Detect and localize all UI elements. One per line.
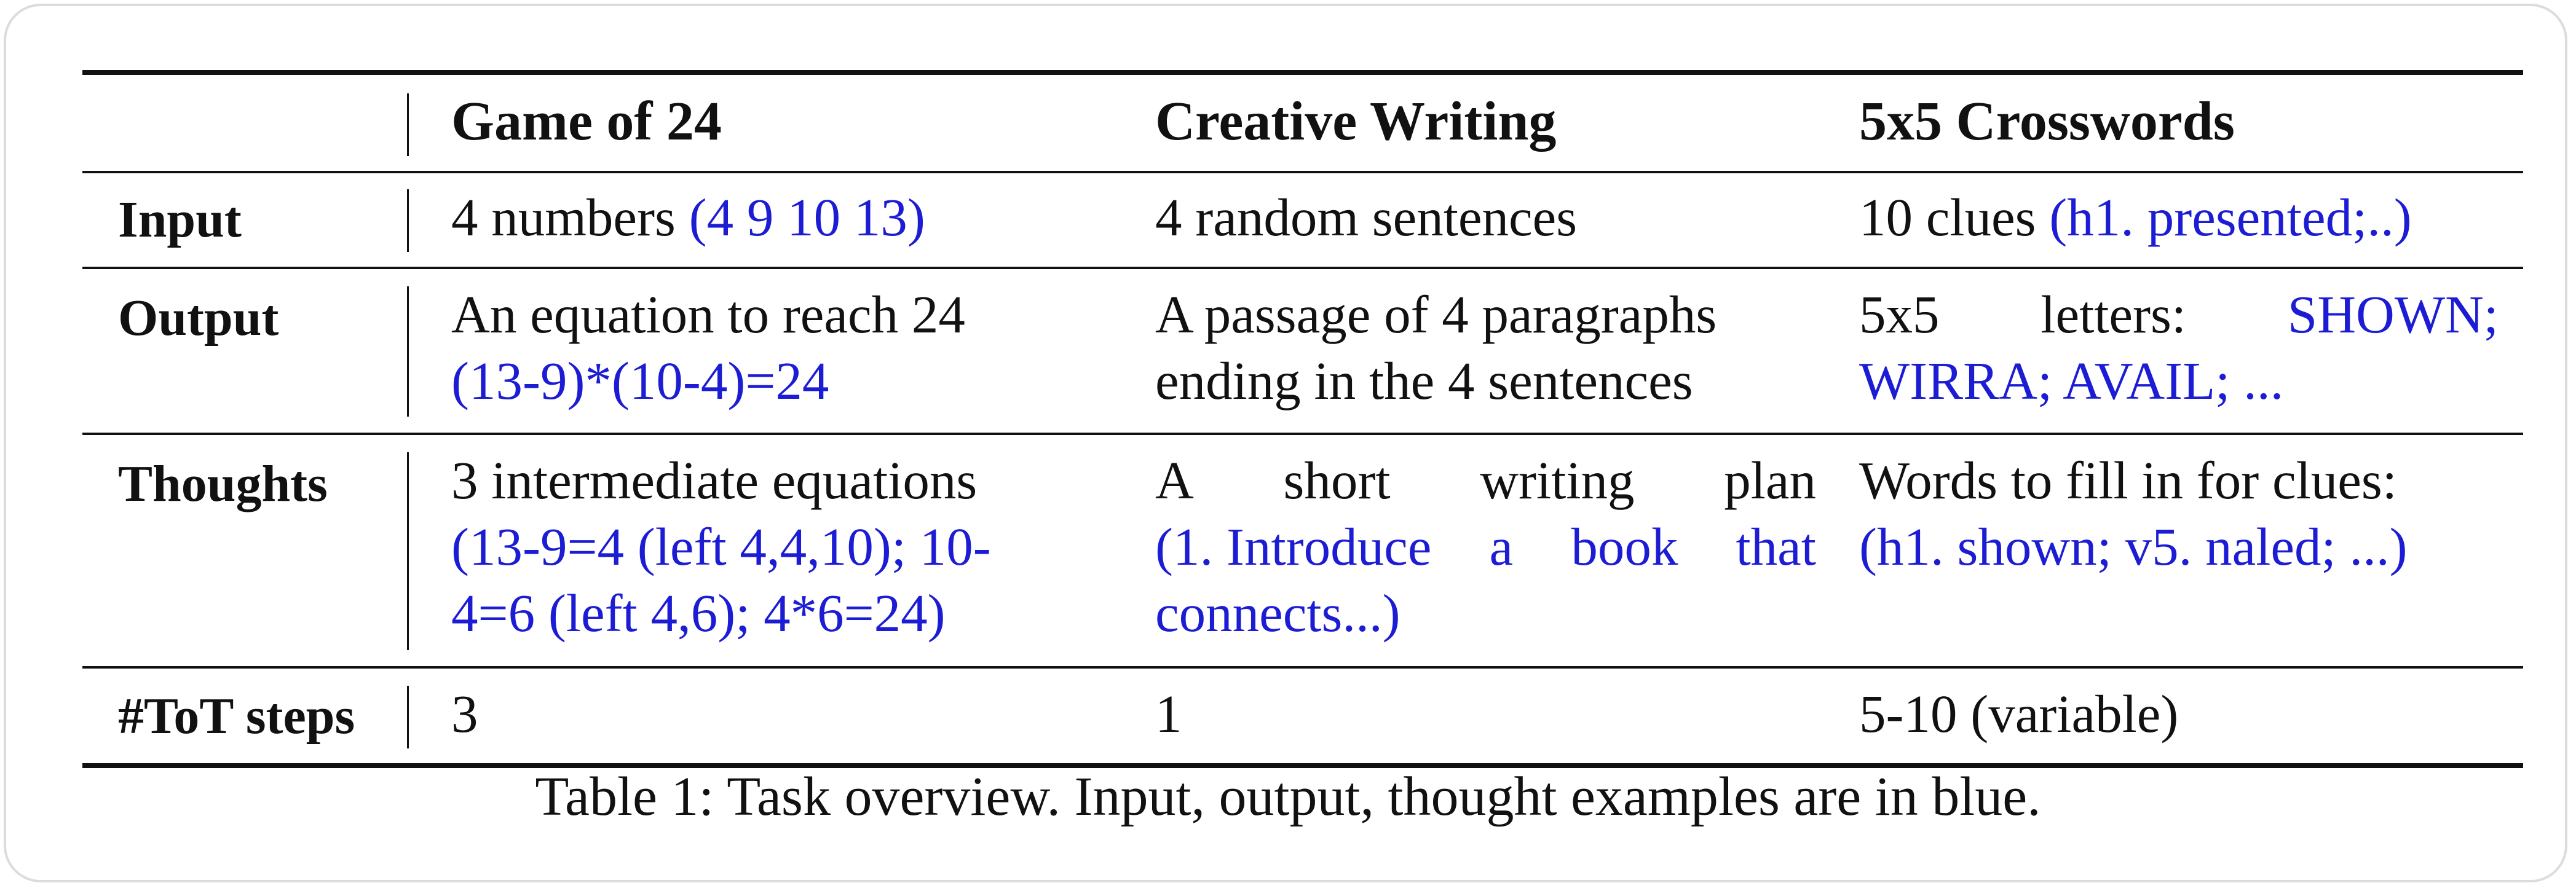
header-crosswords: 5x5 Crosswords (1859, 91, 2235, 152)
output-game-line1-text: An equation to reach 24 (451, 281, 1128, 348)
output-cross-word-b: letters: (2041, 285, 2187, 344)
table-caption: Table 1: Task overview. Input, output, t… (535, 766, 2041, 827)
thoughts-writing-example-line1: (1. Introduce a book that (1155, 514, 1816, 580)
header-separator (407, 93, 409, 156)
output-cross-line1: 5x5 letters: SHOWN; (1859, 281, 2499, 348)
thoughts-writing-example-word: (1. Introduce (1155, 517, 1432, 576)
thoughts-writing-example-word: a (1489, 517, 1514, 576)
input-cross-plain: 10 clues (1859, 187, 2050, 247)
row-label-input: Input (118, 191, 242, 248)
thoughts-game-example-line2: 4=6 (left 4,6); 4*6=24) (451, 583, 946, 643)
input-game-of-24: 4 numbers (4 9 10 13) (451, 184, 1128, 251)
header-creative-writing: Creative Writing (1155, 91, 1557, 152)
thoughts-cross-example: (h1. shown; v5. naled; ...) (1859, 517, 2408, 576)
thoughts-rule (82, 666, 2523, 669)
thoughts-game-example-line1: (13-9=4 (left 4,4,10); 10- (451, 517, 991, 576)
row-label-thoughts: Thoughts (118, 455, 328, 512)
header-game-of-24: Game of 24 (451, 91, 722, 152)
thoughts-writing-example-line2: connects...) (1155, 583, 1401, 643)
thoughts-cross-line1: Words to fill in for clues: (1859, 450, 2397, 510)
output-separator (407, 286, 409, 417)
thoughts-writing-word: plan (1724, 450, 1816, 510)
output-game-line1: An equation to reach 24 (451, 281, 1128, 348)
output-writing-line1: A passage of 4 paragraphs (1155, 285, 1717, 344)
thoughts-writing-example-word: book (1571, 517, 1678, 576)
output-game-text: An equation to reach 24 (451, 285, 965, 344)
output-cross-example-a: SHOWN; (2287, 285, 2499, 344)
table-top-rule (82, 70, 2523, 75)
header-rule (82, 171, 2523, 173)
output-cross-example-b: WIRRA; AVAIL; ... (1859, 351, 2284, 410)
output-game-example: (13-9)*(10-4)=24 (451, 351, 829, 410)
input-creative-writing: 4 random sentences (1155, 187, 1578, 247)
steps-separator (407, 686, 409, 748)
output-rule (82, 433, 2523, 435)
thoughts-writing-line1: A short writing plan (1155, 447, 1816, 514)
table-card: Game of 24 Creative Writing 5x5 Crosswor… (4, 4, 2567, 882)
row-label-tot-steps: #ToT steps (118, 688, 355, 745)
output-writing-line2: ending in the 4 sentences (1155, 351, 1693, 410)
steps-crosswords: 5-10 (variable) (1859, 684, 2179, 744)
output-cross-word-a: 5x5 (1859, 285, 1940, 344)
input-rule (82, 267, 2523, 269)
input-game-plain: 4 numbers (451, 187, 689, 247)
input-crosswords: 10 clues (h1. presented;..) (1859, 184, 2499, 251)
thoughts-game-line1: 3 intermediate equations (451, 450, 978, 510)
input-separator (407, 189, 409, 252)
input-game-example: (4 9 10 13) (689, 187, 925, 247)
thoughts-separator (407, 452, 409, 650)
thoughts-writing-example-word: that (1736, 517, 1816, 576)
thoughts-writing-word: writing (1480, 450, 1635, 510)
thoughts-writing-word: A (1155, 450, 1194, 510)
input-cross-example: (h1. presented;..) (2049, 187, 2412, 247)
steps-creative-writing: 1 (1155, 684, 1182, 744)
row-label-output: Output (118, 289, 279, 347)
thoughts-writing-word: short (1283, 450, 1391, 510)
steps-game-of-24: 3 (451, 684, 478, 744)
